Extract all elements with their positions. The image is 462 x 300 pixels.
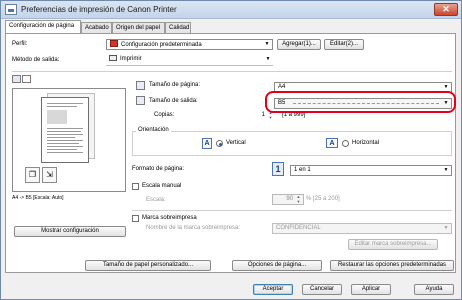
page-size-value: A4 [278, 84, 286, 90]
output-method-select[interactable]: Imprimir ▼ [106, 55, 273, 66]
preview-caption: A4 -> B5 [Escala: Auto] [12, 195, 64, 201]
watermark-name-select[interactable]: CONFIDENCIAL ▼ [272, 223, 452, 234]
profile-value: Configuración predeterminada [121, 42, 202, 48]
watermark-label: Marca sobreimpresa [142, 215, 197, 221]
close-button[interactable]: ✕ [434, 3, 458, 16]
page-layout-label: Formato de página: [132, 166, 185, 172]
scale-range: % [25 a 200] [306, 196, 340, 202]
output-size-highlight [265, 91, 456, 113]
orientation-label: Orientación [136, 127, 171, 133]
horizontal-label: Horizontal [352, 140, 380, 146]
page-view-icon[interactable] [12, 75, 21, 83]
copies-label: Copias: [154, 112, 175, 118]
page-size-icon [136, 81, 145, 90]
chevron-down-icon: ▼ [265, 56, 271, 62]
watermark-checkbox[interactable] [132, 215, 139, 222]
separator [132, 210, 452, 211]
custom-paper-size-button[interactable]: Tamaño de papel personalizado... [85, 260, 211, 271]
output-method-label: Método de salida: [12, 57, 60, 63]
profile-select[interactable]: Configuración predeterminada ▼ [106, 39, 273, 50]
page-layout-select[interactable]: 1 en 1 ▼ [290, 165, 452, 176]
orientation-group [132, 131, 452, 156]
vertical-label: Vertical [226, 140, 246, 146]
window-title: Preferencias de impresión de Canon Print… [21, 5, 177, 14]
portrait-orientation-icon: A [202, 138, 212, 149]
show-configuration-button[interactable]: Mostrar configuración [14, 226, 126, 237]
title-bar[interactable]: Preferencias de impresión de Canon Print… [1, 1, 461, 19]
tab-quality[interactable]: Calidad [165, 22, 191, 33]
resize-icon[interactable]: ⇲ [42, 167, 57, 183]
print-icon [109, 55, 117, 61]
preview-pane: ❐ ⇲ [12, 88, 126, 192]
scale-value: 90 [286, 196, 293, 202]
output-size-label: Tamaño de salida: [149, 98, 198, 104]
output-size-icon [136, 96, 145, 105]
printer-view-icon[interactable] [22, 75, 31, 83]
page-layout-icon: 1 [272, 162, 284, 176]
accept-button[interactable]: Aceptar [253, 284, 293, 295]
help-button[interactable]: Ayuda [414, 284, 454, 295]
preview-tools: ❐ ⇲ [25, 167, 69, 187]
page-setup-panel: Perfil: Configuración predeterminada ▼ A… [5, 33, 456, 273]
preview-image [47, 110, 67, 124]
watermark-name-label: Nombre de la marca sobreimpresa: [146, 225, 241, 231]
stepper-icon[interactable]: ▲ ▼ [295, 194, 302, 204]
scale-label: Escala: [146, 197, 166, 203]
tab-paper-source[interactable]: Origen del papel [112, 22, 165, 33]
restore-defaults-button[interactable]: Restaurar las opciones predeterminadas [330, 260, 454, 271]
chevron-down-icon: ▼ [443, 84, 449, 90]
chevron-down-icon: ▼ [443, 225, 449, 231]
landscape-orientation-icon: A [326, 138, 338, 148]
add-profile-button[interactable]: Agregar(1)... [277, 39, 321, 50]
horizontal-radio[interactable] [342, 140, 349, 147]
scale-input[interactable]: 90 ▲ ▼ [272, 194, 304, 205]
chevron-down-icon: ▼ [443, 167, 449, 173]
cancel-button[interactable]: Cancelar [302, 284, 342, 295]
preview-page [41, 97, 89, 163]
page-size-label: Tamaño de página: [149, 82, 201, 88]
edit-profile-button[interactable]: Editar(2)... [324, 39, 364, 50]
page-options-button[interactable]: Opciones de página... [232, 260, 322, 271]
manual-scale-label: Escala manual [142, 183, 182, 189]
profile-label: Perfil: [12, 41, 28, 47]
printer-icon [5, 4, 17, 15]
separator [12, 71, 452, 72]
vertical-radio[interactable] [216, 140, 223, 147]
tab-page-setup[interactable]: Configuración de página [5, 20, 81, 33]
chevron-down-icon: ▼ [264, 41, 270, 47]
manual-scale-checkbox[interactable] [132, 183, 139, 190]
apply-button[interactable]: Aplicar [351, 284, 391, 295]
watermark-name-value: CONFIDENCIAL [276, 225, 321, 231]
page-layout-value: 1 en 1 [294, 167, 311, 173]
output-method-value: Imprimir [120, 56, 142, 62]
stack-icon[interactable]: ❐ [25, 167, 40, 183]
tab-finishing[interactable]: Acabado [81, 22, 112, 33]
edit-watermark-button[interactable]: Editar marca sobreimpresa... [348, 239, 438, 250]
printer-preferences-window: Preferencias de impresión de Canon Print… [0, 0, 462, 300]
profile-icon [110, 40, 118, 47]
copies-value: 1 [261, 112, 265, 118]
